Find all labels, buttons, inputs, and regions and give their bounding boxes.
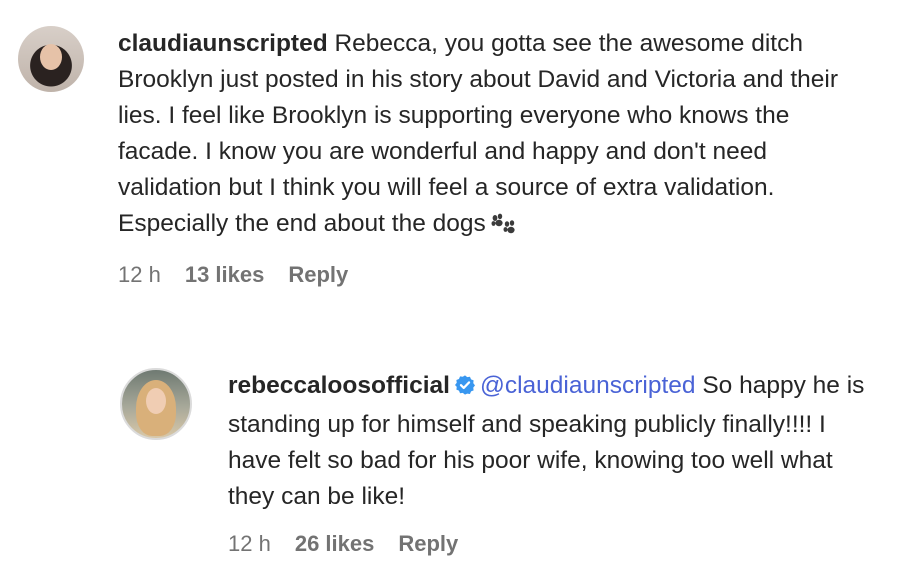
mention-link[interactable]: @claudiaunscripted xyxy=(480,372,696,399)
reply-likes[interactable]: 26 likes xyxy=(295,531,375,557)
paw-prints-icon xyxy=(490,210,516,246)
comment-body: claudiaunscripted Rebecca, you gotta see… xyxy=(118,26,838,288)
comment-username[interactable]: claudiaunscripted xyxy=(118,30,328,57)
comment: claudiaunscripted Rebecca, you gotta see… xyxy=(18,26,838,288)
reply-text: rebeccaloosofficial @claudiaunscripted So… xyxy=(228,368,868,515)
comment-likes[interactable]: 13 likes xyxy=(185,262,265,288)
comment-text: claudiaunscripted Rebecca, you gotta see… xyxy=(118,26,838,246)
comment-timestamp: 12 h xyxy=(118,262,161,287)
reply-button[interactable]: Reply xyxy=(288,262,348,288)
reply-timestamp: 12 h xyxy=(228,531,271,556)
reply-reply-button[interactable]: Reply xyxy=(398,531,458,557)
comment-message: Rebecca, you gotta see the awesome ditch… xyxy=(118,30,838,237)
verified-badge-icon xyxy=(454,371,476,407)
reply-body: rebeccaloosofficial @claudiaunscripted So… xyxy=(228,368,868,557)
comment-meta: 12 h 13 likes Reply xyxy=(118,262,838,288)
reply-avatar[interactable] xyxy=(120,368,192,440)
reply-meta: 12 h 26 likes Reply xyxy=(228,531,868,557)
avatar[interactable] xyxy=(18,26,84,92)
reply-comment: rebeccaloosofficial @claudiaunscripted So… xyxy=(120,368,868,557)
reply-username[interactable]: rebeccaloosofficial xyxy=(228,372,450,399)
